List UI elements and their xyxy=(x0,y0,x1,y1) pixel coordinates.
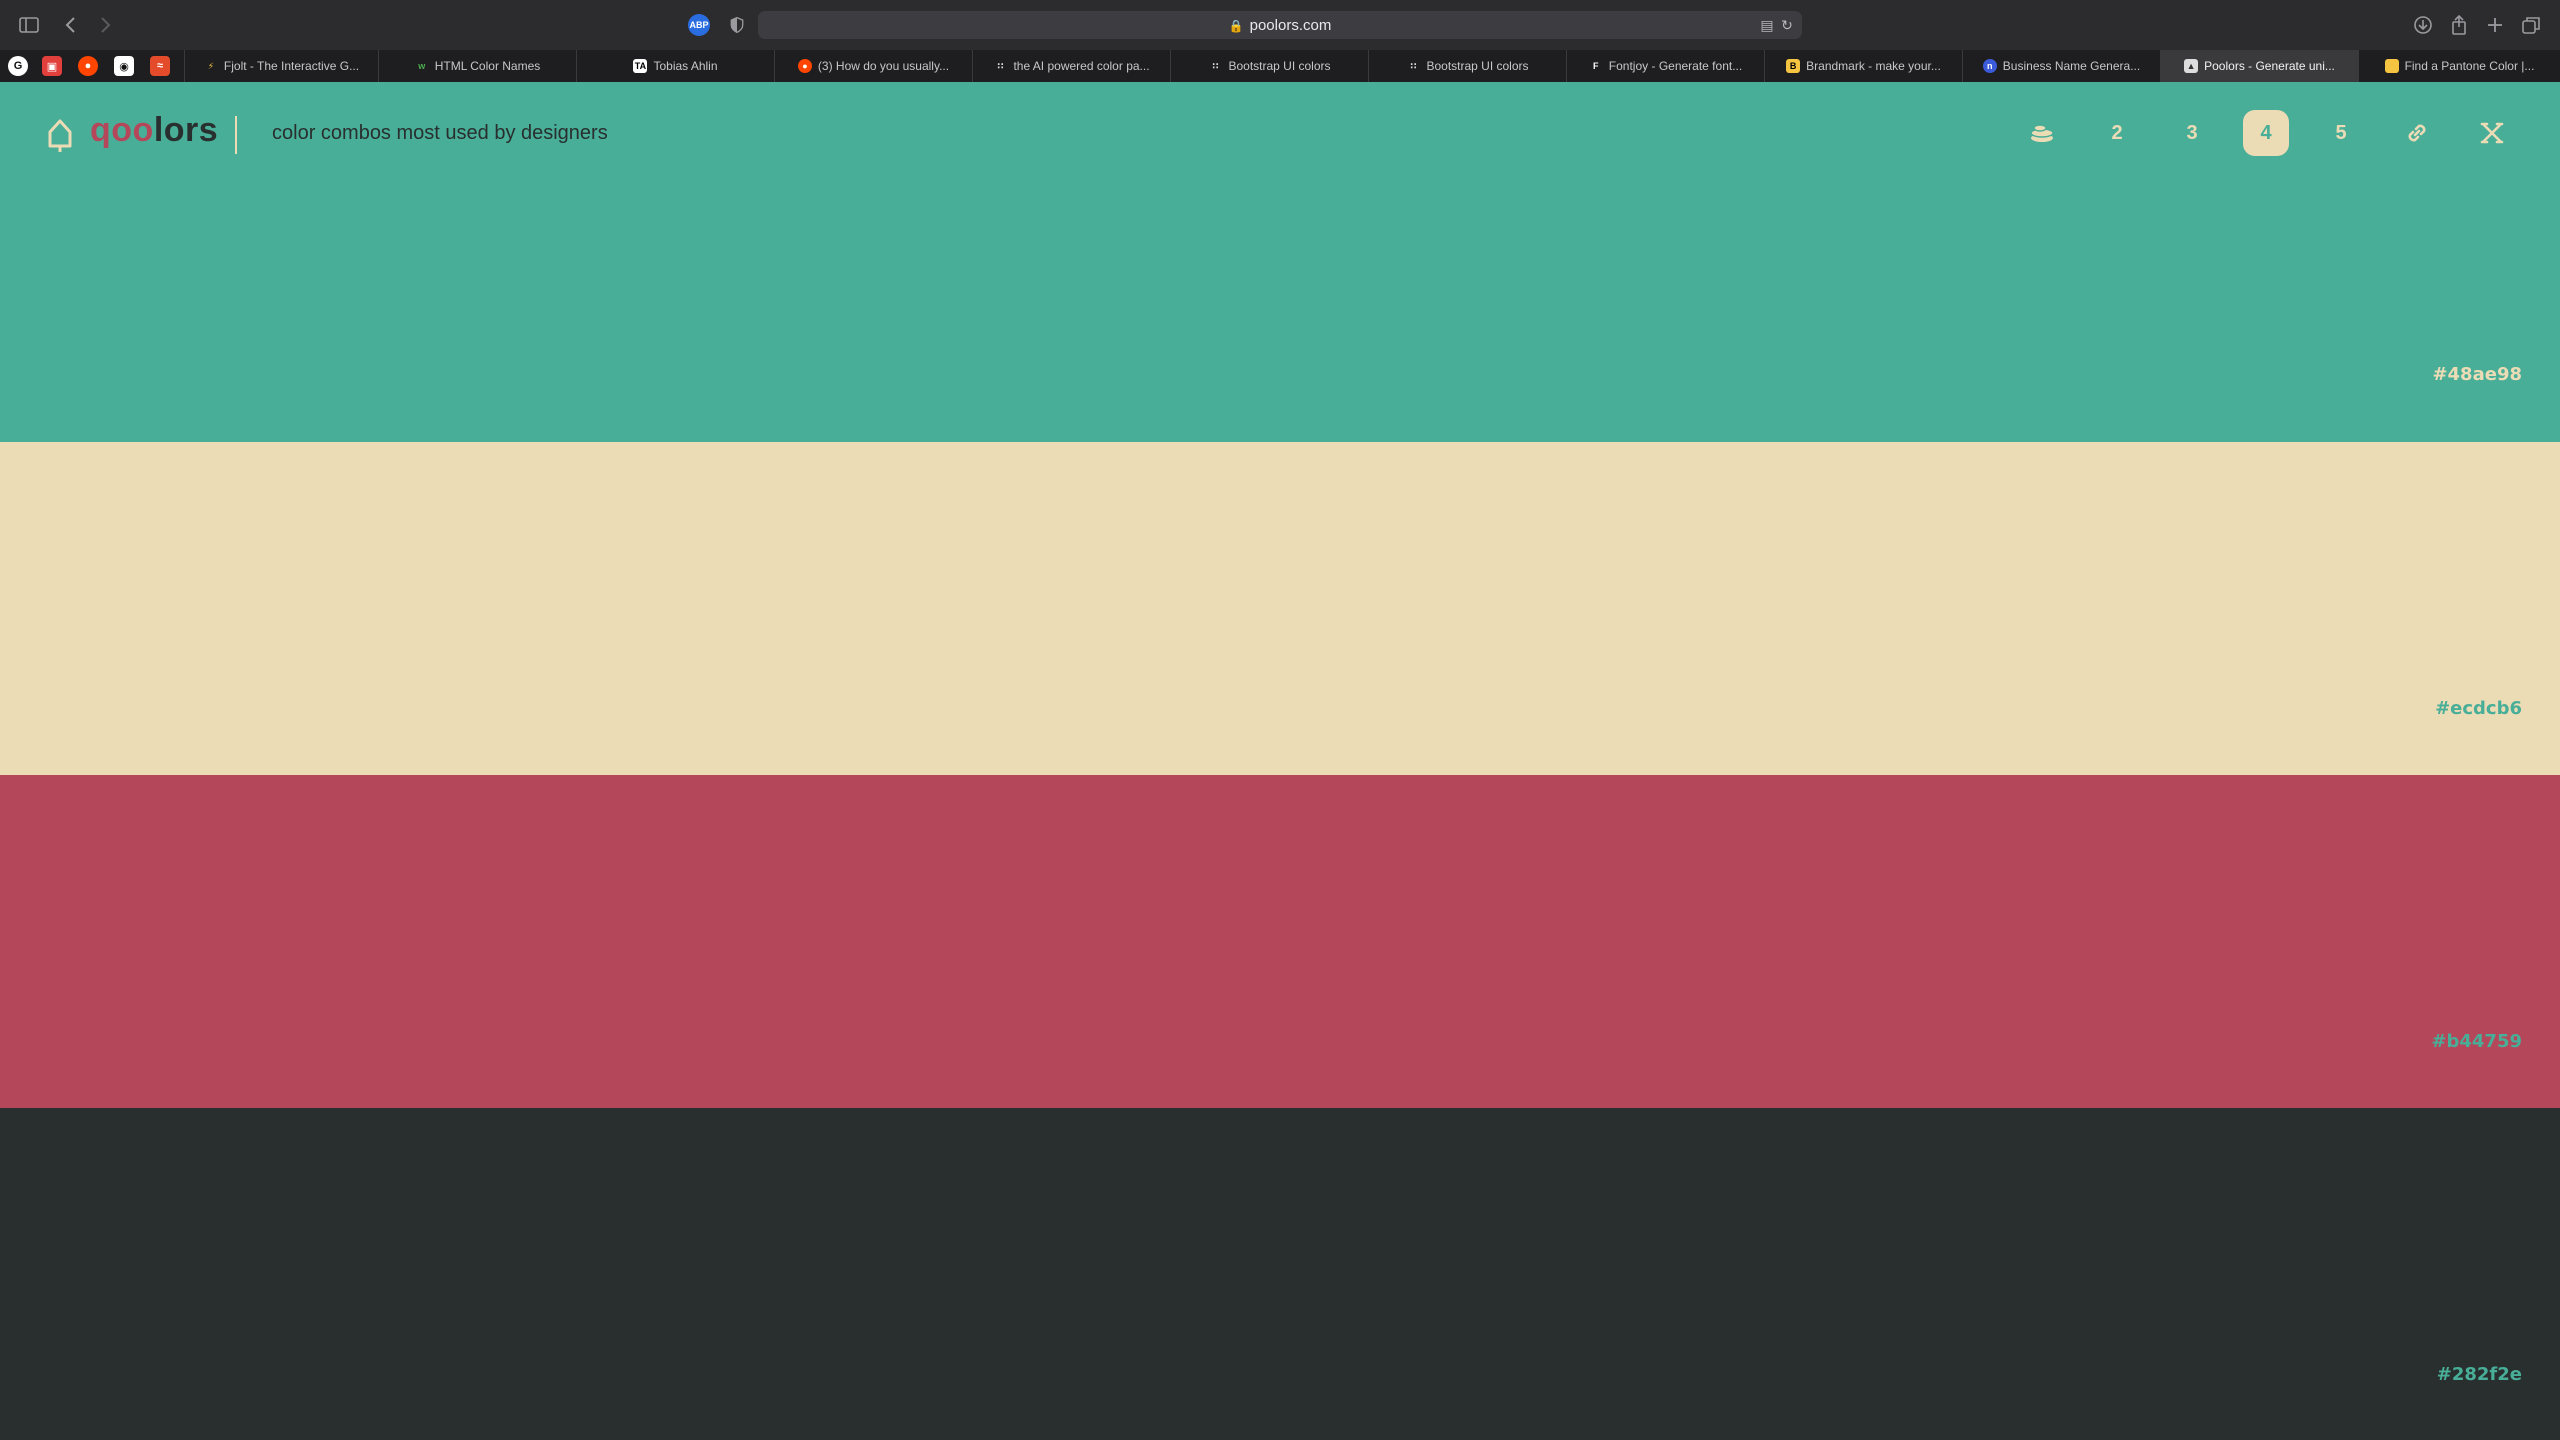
forward-icon[interactable] xyxy=(92,12,118,38)
share-icon[interactable] xyxy=(2446,12,2472,38)
link-icon[interactable] xyxy=(2394,110,2440,156)
namelix-icon: n xyxy=(1982,59,1997,73)
dots-icon: ∷ xyxy=(1410,60,1417,71)
tagline: color combos most used by designers xyxy=(272,122,608,144)
pinned-tab-red-icon[interactable]: ▣ xyxy=(42,56,62,76)
pinned-tab-reddit-icon[interactable]: ● xyxy=(78,56,98,76)
tab-poolors[interactable]: ▲ Poolors - Generate uni... xyxy=(2160,50,2358,82)
hex-label[interactable]: #ecdcb6 xyxy=(2435,698,2522,719)
count-4-button[interactable]: 4 xyxy=(2243,110,2289,156)
tab-bootstrap-ui-colors-1[interactable]: ∷ Bootstrap UI colors xyxy=(1170,50,1368,82)
ta-icon: TA xyxy=(633,59,648,73)
lightning-icon: ⚡ xyxy=(207,60,215,71)
pinned-tab-google-icon[interactable]: G xyxy=(8,56,28,76)
hex-label[interactable]: #b44759 xyxy=(2431,1031,2522,1052)
count-2-button[interactable]: 2 xyxy=(2094,110,2140,156)
poolors-icon: ▲ xyxy=(2184,59,2199,73)
tab-bar: G ▣ ● ◉ ≈ ⚡ Fjolt - The Interactive G... … xyxy=(0,50,2560,83)
hex-label[interactable]: #282f2e xyxy=(2437,1364,2522,1385)
tab-business-name-generator[interactable]: n Business Name Genera... xyxy=(1962,50,2160,82)
tab-brandmark[interactable]: B Brandmark - make your... xyxy=(1764,50,1962,82)
url-text: poolors.com xyxy=(1249,17,1332,34)
logo-icon[interactable] xyxy=(46,118,74,154)
sidebar-toggle-icon[interactable] xyxy=(16,12,42,38)
stack-icon[interactable] xyxy=(2019,110,2065,156)
tab-pantone[interactable]: ▮ Find a Pantone Color |... xyxy=(2358,50,2560,82)
brandmark-icon: B xyxy=(1786,59,1801,73)
dots-icon: ∷ xyxy=(997,60,1004,71)
privacy-shield-icon[interactable] xyxy=(726,14,748,36)
hex-label[interactable]: #48ae98 xyxy=(2432,364,2522,385)
pinned-tab-chart-icon[interactable]: ≈ xyxy=(150,56,170,76)
w3-icon: w xyxy=(418,61,426,71)
extension-icon[interactable]: ABP xyxy=(688,14,710,36)
address-bar[interactable]: 🔒 poolors.com ▤ ↻ xyxy=(758,11,1802,39)
lock-icon: 🔒 xyxy=(1228,19,1244,33)
palette-page: #48ae98 #ecdcb6 #b44759 #282f2e qoolors … xyxy=(0,82,2560,1440)
dots-icon: ∷ xyxy=(1212,60,1219,71)
tab-ai-color-palette[interactable]: ∷ the AI powered color pa... xyxy=(972,50,1170,82)
color-band[interactable]: #282f2e xyxy=(0,1108,2560,1440)
pinned-tab-github-icon[interactable]: ◉ xyxy=(114,56,134,76)
tab-bootstrap-ui-colors-2[interactable]: ∷ Bootstrap UI colors xyxy=(1368,50,1566,82)
fontjoy-icon: F xyxy=(1593,61,1599,71)
tab-fjolt[interactable]: ⚡ Fjolt - The Interactive G... xyxy=(184,50,378,82)
pantone-icon: ▮ xyxy=(2384,59,2399,73)
header-divider xyxy=(235,116,237,154)
tab-overview-icon[interactable] xyxy=(2518,12,2544,38)
app-header: qoolors color combos most used by design… xyxy=(0,82,2560,182)
translate-icon[interactable]: ▤ xyxy=(1758,17,1776,33)
tab-html-color-names[interactable]: w HTML Color Names xyxy=(378,50,576,82)
color-band[interactable]: #ecdcb6 xyxy=(0,442,2560,775)
tab-tobias-ahlin[interactable]: TA Tobias Ahlin xyxy=(576,50,774,82)
download-icon[interactable] xyxy=(2410,12,2436,38)
tab-reddit[interactable]: ● (3) How do you usually... xyxy=(774,50,972,82)
new-tab-icon[interactable] xyxy=(2482,12,2508,38)
color-band[interactable]: #b44759 xyxy=(0,775,2560,1108)
reddit-icon: ● xyxy=(797,59,812,73)
back-icon[interactable] xyxy=(58,12,84,38)
count-5-button[interactable]: 5 xyxy=(2318,110,2364,156)
tab-fontjoy[interactable]: F Fontjoy - Generate font... xyxy=(1566,50,1764,82)
logo-text[interactable]: qoolors xyxy=(90,111,218,150)
reload-icon[interactable]: ↻ xyxy=(1778,17,1796,33)
count-3-button[interactable]: 3 xyxy=(2169,110,2215,156)
browser-toolbar: ABP 🔒 poolors.com ▤ ↻ xyxy=(0,0,2560,50)
shuffle-icon[interactable] xyxy=(2469,110,2515,156)
